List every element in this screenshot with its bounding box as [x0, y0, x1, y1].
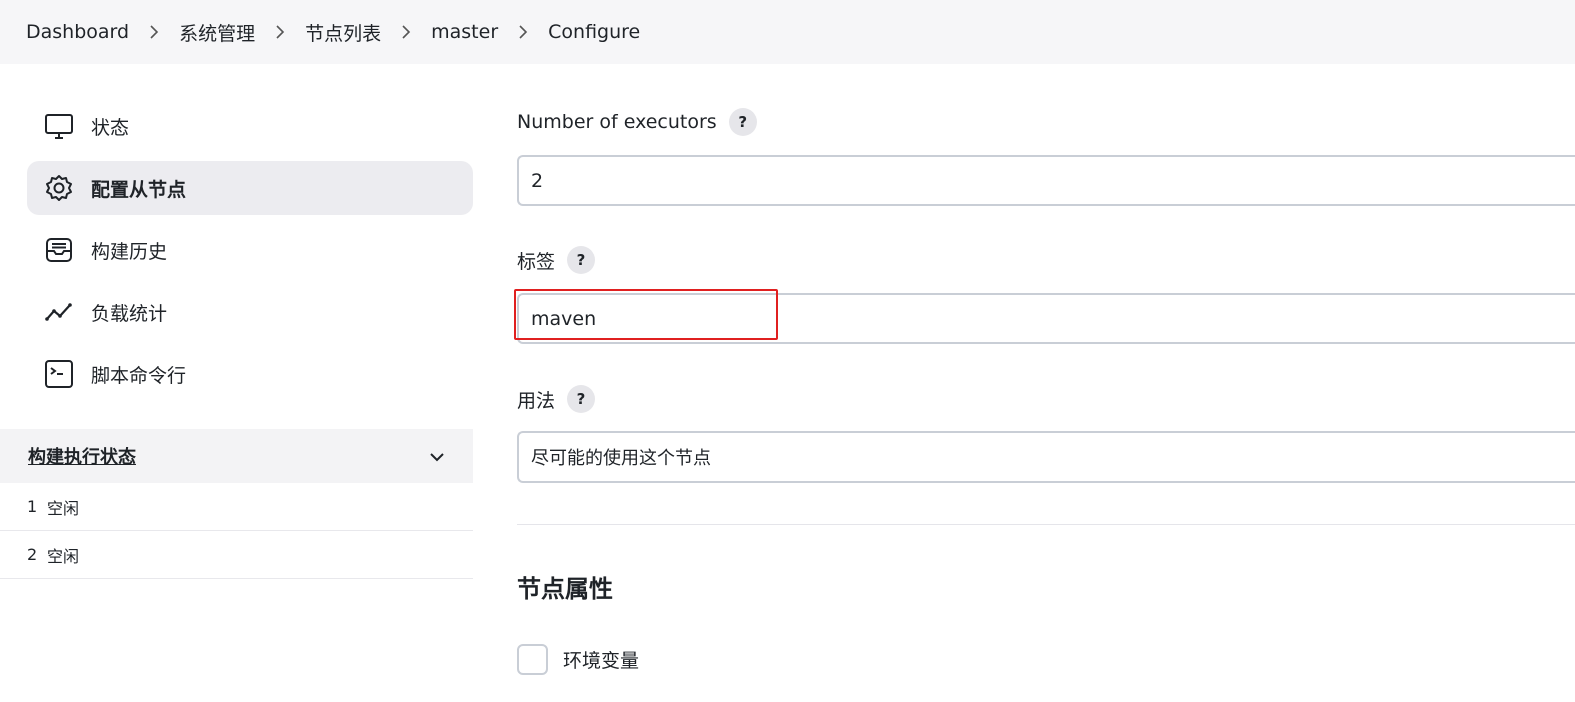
sidebar-item-label: 负载统计 — [91, 302, 168, 325]
chevron-down-icon[interactable] — [429, 447, 445, 466]
line-chart-icon — [44, 297, 74, 327]
executors-input[interactable] — [517, 155, 1575, 206]
help-icon[interactable]: ? — [728, 108, 757, 136]
breadcrumb-dashboard[interactable]: Dashboard — [26, 21, 129, 43]
sidebar-item-label: 构建历史 — [91, 240, 168, 263]
sidebar-item-configure-node[interactable]: 配置从节点 — [27, 161, 473, 215]
chevron-right-icon — [381, 22, 431, 42]
monitor-icon — [44, 111, 74, 141]
breadcrumb-configure[interactable]: Configure — [548, 21, 640, 43]
sidebar-item-script-console[interactable]: 脚本命令行 — [27, 347, 473, 401]
sidebar-item-label: 脚本命令行 — [91, 364, 187, 387]
section-divider — [517, 524, 1575, 525]
sidebar-item-status[interactable]: 状态 — [27, 99, 473, 153]
breadcrumb-master[interactable]: master — [431, 21, 498, 43]
labels-input[interactable] — [517, 293, 1575, 344]
usage-selected-value: 尽可能的使用这个节点 — [531, 448, 711, 469]
sidebar-item-load-statistics[interactable]: 负载统计 — [27, 285, 473, 339]
executor-row: 2 空闲 — [0, 531, 473, 579]
help-icon[interactable]: ? — [567, 385, 596, 413]
breadcrumb-system-management[interactable]: 系统管理 — [179, 19, 255, 46]
executor-status: 空闲 — [47, 546, 80, 566]
breadcrumb-node-list[interactable]: 节点列表 — [305, 19, 381, 46]
usage-select[interactable]: 尽可能的使用这个节点 — [517, 431, 1575, 483]
executor-number: 1 — [27, 497, 38, 516]
chevron-right-icon — [498, 22, 548, 42]
env-vars-label[interactable]: 环境变量 — [563, 646, 639, 673]
sidebar-item-build-history[interactable]: 构建历史 — [27, 223, 473, 277]
gear-icon — [44, 173, 74, 203]
node-properties-heading: 节点属性 — [517, 575, 613, 603]
executor-number: 2 — [27, 545, 38, 564]
executors-panel-title[interactable]: 构建执行状态 — [28, 443, 136, 469]
inbox-icon — [44, 235, 74, 265]
terminal-icon — [44, 359, 74, 389]
sidebar-item-label: 配置从节点 — [91, 178, 187, 201]
chevron-right-icon — [255, 22, 305, 42]
sidebar-item-label: 状态 — [91, 116, 130, 139]
chevron-right-icon — [129, 22, 179, 42]
executors-label-text: Number of executors — [517, 111, 717, 133]
executors-field-label: Number of executors ? — [517, 108, 757, 136]
labels-field-label: 标签 ? — [517, 246, 596, 274]
executor-row: 1 空闲 — [0, 483, 473, 531]
breadcrumb: Dashboard 系统管理 节点列表 master Configure — [0, 0, 1575, 64]
labels-label-text: 标签 — [517, 250, 556, 273]
env-vars-option[interactable]: 环境变量 — [517, 644, 639, 675]
usage-field-label: 用法 ? — [517, 385, 596, 413]
help-icon[interactable]: ? — [567, 246, 596, 274]
usage-label-text: 用法 — [517, 389, 556, 412]
env-vars-checkbox[interactable] — [517, 644, 548, 675]
executors-panel-toggle[interactable]: 构建执行状态 — [0, 429, 473, 483]
executor-status: 空闲 — [47, 498, 80, 518]
